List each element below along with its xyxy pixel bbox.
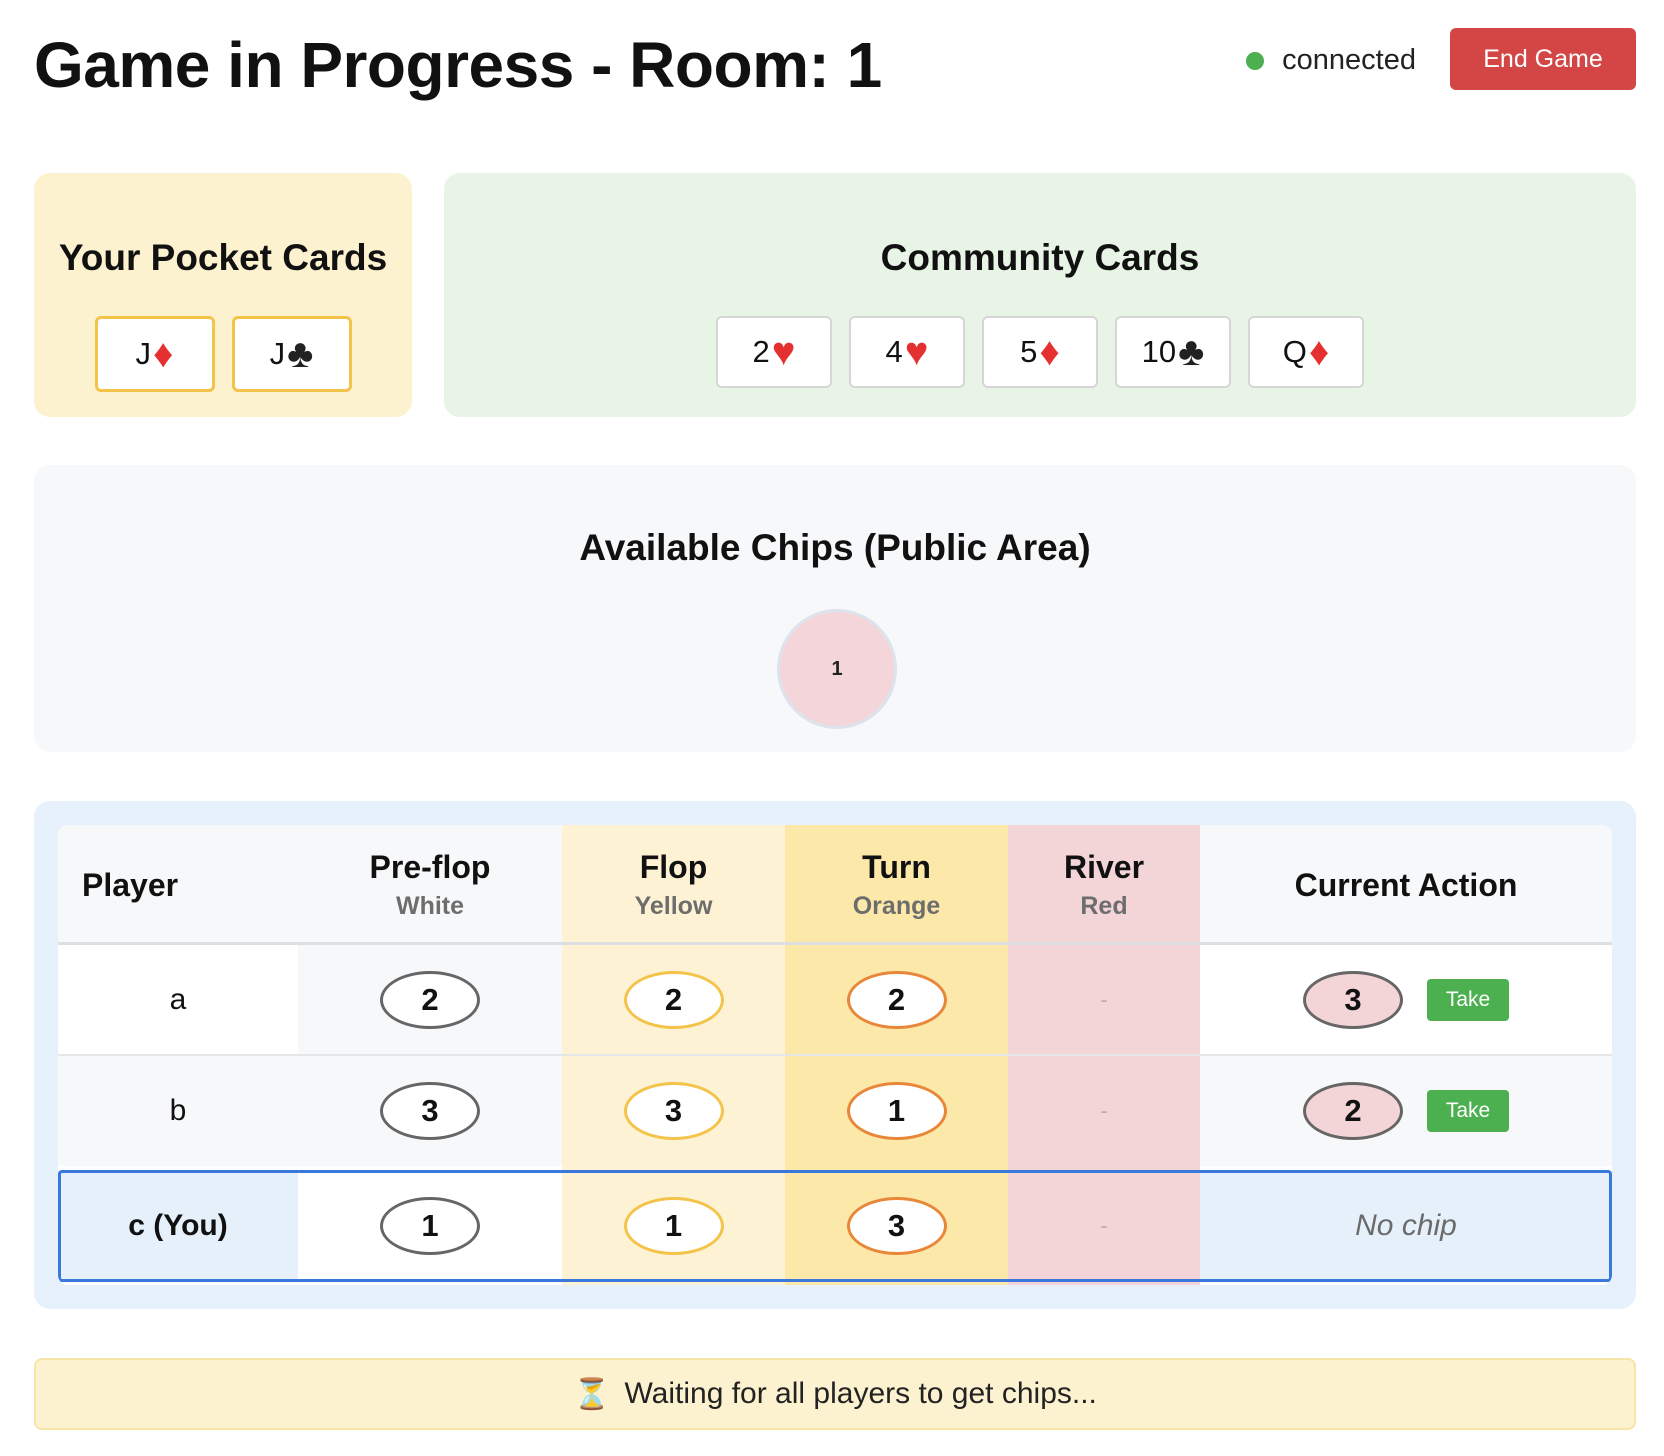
community-card: Q ♦ bbox=[1248, 316, 1364, 388]
connection-status: connected bbox=[1246, 44, 1416, 77]
page-title: Game in Progress - Room: 1 bbox=[34, 29, 882, 101]
turn-cell: 3 bbox=[785, 1171, 1008, 1281]
community-card: 4 ♥ bbox=[849, 316, 965, 388]
player-name: b bbox=[169, 1094, 187, 1127]
public-chips-panel: Available Chips (Public Area) 1 bbox=[34, 465, 1636, 752]
card-rank: 4 bbox=[885, 334, 903, 369]
player-name: a bbox=[169, 983, 187, 1016]
community-cards-title: Community Cards bbox=[880, 237, 1200, 278]
pocket-cards-panel: Your Pocket Cards J ♦ J ♣ bbox=[34, 173, 412, 417]
action-cell: No chip bbox=[1200, 1171, 1612, 1281]
header-turn: Turn Orange bbox=[785, 825, 1008, 945]
player-cell: b bbox=[58, 1056, 298, 1166]
turn-cell: 2 bbox=[785, 945, 1008, 1055]
header-player: Player bbox=[58, 825, 298, 945]
chip-table-panel: Player Pre-flop White Flop Yellow Turn O… bbox=[34, 801, 1636, 1309]
player-cell: c (You) bbox=[58, 1171, 298, 1281]
community-cards-list: 2 ♥ 4 ♥ 5 ♦ 10 ♣ Q ♦ bbox=[444, 316, 1636, 388]
waiting-text: Waiting for all players to get chips... bbox=[624, 1377, 1097, 1410]
card-rank: J bbox=[135, 336, 152, 371]
header-turn-color: Orange bbox=[852, 892, 941, 920]
river-cell: - bbox=[1008, 945, 1200, 1055]
river-empty: - bbox=[1100, 1098, 1108, 1123]
preflop-cell: 3 bbox=[298, 1056, 562, 1166]
take-chip-button[interactable]: Take bbox=[1427, 979, 1509, 1021]
community-cards-panel: Community Cards 2 ♥ 4 ♥ 5 ♦ 10 ♣ Q ♦ bbox=[444, 173, 1636, 417]
flop-chip: 1 bbox=[623, 1197, 724, 1255]
flop-cell: 1 bbox=[562, 1171, 785, 1281]
header-preflop-label: Pre-flop bbox=[369, 849, 491, 885]
flop-chip: 2 bbox=[623, 971, 724, 1029]
preflop-chip: 1 bbox=[380, 1197, 480, 1255]
diamond-suit-icon: ♦ bbox=[1308, 330, 1330, 374]
turn-chip: 2 bbox=[846, 971, 947, 1029]
table-row-current-player: c (You) 1 1 3 - No chip bbox=[58, 1171, 1612, 1281]
preflop-chip: 3 bbox=[380, 1082, 480, 1140]
chip-table: Player Pre-flop White Flop Yellow Turn O… bbox=[58, 825, 1612, 1285]
preflop-cell: 2 bbox=[298, 945, 562, 1055]
end-game-button[interactable]: End Game bbox=[1450, 28, 1636, 90]
pocket-cards-title: Your Pocket Cards bbox=[58, 237, 388, 278]
header-flop-color: Yellow bbox=[634, 892, 713, 920]
turn-cell: 1 bbox=[785, 1056, 1008, 1166]
public-chip[interactable]: 1 bbox=[777, 609, 897, 729]
flop-chip: 3 bbox=[623, 1082, 724, 1140]
diamond-suit-icon: ♦ bbox=[153, 332, 174, 376]
player-name: c (You) bbox=[128, 1209, 228, 1242]
action-chip: 2 bbox=[1303, 1082, 1403, 1140]
header-preflop: Pre-flop White bbox=[298, 825, 562, 945]
pocket-cards-list: J ♦ J ♣ bbox=[34, 316, 412, 392]
preflop-cell: 1 bbox=[298, 1171, 562, 1281]
community-card: 2 ♥ bbox=[716, 316, 832, 388]
table-row: a 2 2 2 - 3 Take bbox=[58, 945, 1612, 1055]
header-action: Current Action bbox=[1200, 825, 1612, 945]
action-cell: 2 Take bbox=[1200, 1056, 1612, 1166]
header-flop: Flop Yellow bbox=[562, 825, 785, 945]
card-rank: 5 bbox=[1020, 334, 1038, 369]
hourglass-icon: ⏳ bbox=[573, 1377, 611, 1411]
action-chip: 3 bbox=[1303, 971, 1403, 1029]
flop-cell: 2 bbox=[562, 945, 785, 1055]
header-action-label: Current Action bbox=[1294, 866, 1518, 903]
river-cell: - bbox=[1008, 1056, 1200, 1166]
card-rank: 10 bbox=[1141, 334, 1177, 369]
turn-chip: 1 bbox=[846, 1082, 947, 1140]
club-suit-icon: ♣ bbox=[1178, 330, 1205, 374]
action-cell: 3 Take bbox=[1200, 945, 1612, 1055]
diamond-suit-icon: ♦ bbox=[1039, 330, 1060, 374]
status-dot-icon bbox=[1246, 51, 1265, 70]
river-cell: - bbox=[1008, 1171, 1200, 1281]
river-empty: - bbox=[1100, 1213, 1108, 1238]
header-flop-label: Flop bbox=[639, 849, 708, 885]
waiting-banner: ⏳ Waiting for all players to get chips..… bbox=[34, 1358, 1636, 1430]
community-card: 5 ♦ bbox=[982, 316, 1098, 388]
take-chip-button[interactable]: Take bbox=[1427, 1090, 1509, 1132]
heart-suit-icon: ♥ bbox=[771, 330, 796, 374]
card-rank: 2 bbox=[752, 334, 770, 369]
status-text: connected bbox=[1282, 44, 1416, 76]
pocket-card: J ♦ bbox=[94, 316, 215, 392]
no-chip-text: No chip bbox=[1355, 1209, 1457, 1242]
public-chips-title: Available Chips (Public Area) bbox=[579, 527, 1091, 568]
flop-cell: 3 bbox=[562, 1056, 785, 1166]
heart-suit-icon: ♥ bbox=[904, 330, 929, 374]
header-player-label: Player bbox=[82, 866, 179, 903]
header-river-color: Red bbox=[1080, 892, 1128, 920]
header-river: River Red bbox=[1008, 825, 1200, 945]
card-rank: J bbox=[269, 336, 286, 371]
card-rank: Q bbox=[1282, 334, 1307, 369]
river-empty: - bbox=[1100, 987, 1108, 1012]
pocket-card: J ♣ bbox=[231, 316, 352, 392]
player-cell: a bbox=[58, 945, 298, 1055]
header-turn-label: Turn bbox=[862, 849, 931, 885]
community-card: 10 ♣ bbox=[1115, 316, 1231, 388]
header-preflop-color: White bbox=[395, 892, 465, 920]
club-suit-icon: ♣ bbox=[287, 332, 314, 376]
header-river-label: River bbox=[1063, 849, 1145, 885]
page-header: Game in Progress - Room: 1 connected End… bbox=[34, 22, 1636, 102]
preflop-chip: 2 bbox=[380, 971, 480, 1029]
turn-chip: 3 bbox=[846, 1197, 947, 1255]
table-row: b 3 3 1 - 2 Take bbox=[58, 1056, 1612, 1166]
